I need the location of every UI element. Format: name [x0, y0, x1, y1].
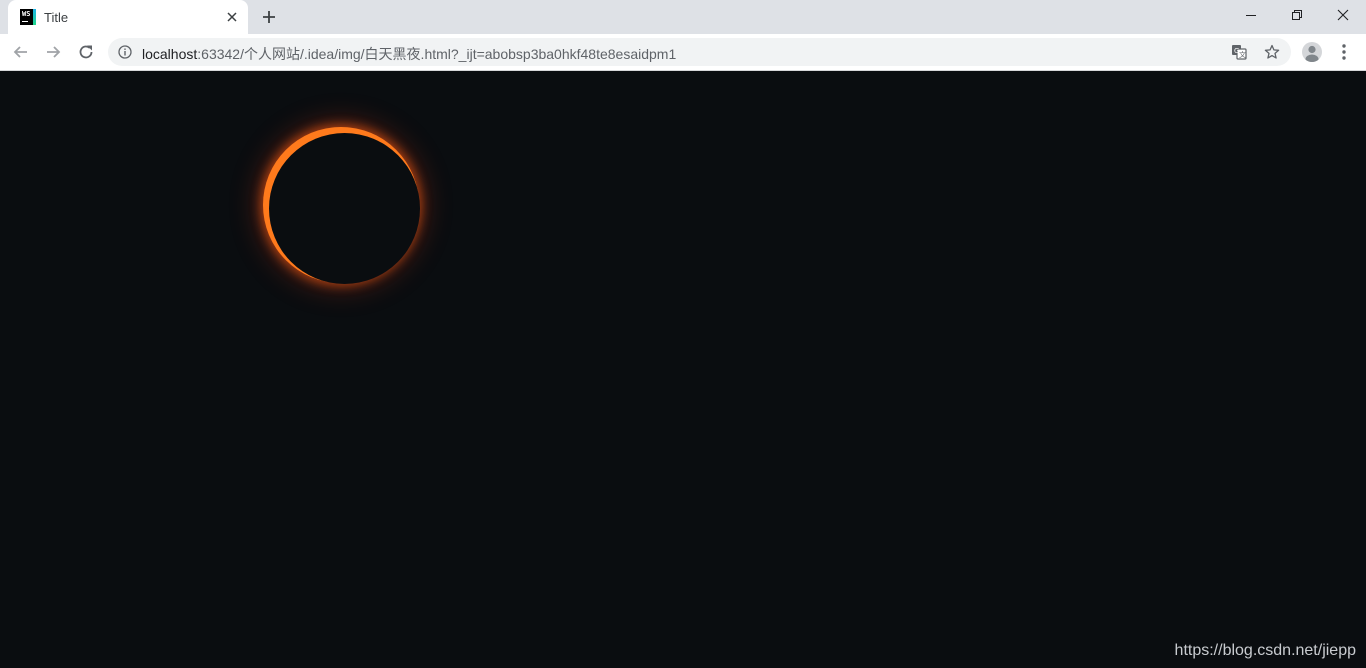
translate-icon[interactable]: G 文 — [1231, 44, 1247, 60]
url-path: :63342/个人网站/.idea/img/白天黑夜.html?_ijt=abo… — [197, 46, 677, 62]
eclipse-moon — [269, 133, 420, 284]
toolbar: localhost:63342/个人网站/.idea/img/白天黑夜.html… — [0, 34, 1366, 71]
star-icon[interactable] — [1264, 44, 1280, 60]
profile-icon[interactable] — [1302, 42, 1322, 62]
tab-title: Title — [44, 10, 69, 25]
favicon-text: WS — [22, 10, 31, 18]
webstorm-icon: WS — [20, 9, 36, 25]
restore-icon[interactable] — [1274, 0, 1320, 30]
tab-strip: WS Title — [0, 0, 1366, 34]
url-host: localhost — [142, 46, 198, 62]
watermark-text: https://blog.csdn.net/jiepp — [1174, 642, 1356, 659]
close-icon[interactable] — [1320, 0, 1366, 30]
new-tab-icon[interactable] — [261, 9, 277, 25]
page-viewport: https://blog.csdn.net/jiepp — [0, 71, 1366, 668]
address-bar[interactable]: localhost:63342/个人网站/.idea/img/白天黑夜.html… — [108, 38, 1291, 66]
info-icon[interactable] — [118, 45, 132, 59]
active-tab[interactable]: WS Title — [8, 0, 248, 34]
url-text[interactable]: localhost:63342/个人网站/.idea/img/白天黑夜.html… — [142, 44, 676, 64]
svg-text:文: 文 — [1239, 50, 1246, 59]
minimize-icon[interactable] — [1228, 0, 1274, 30]
tab-close-icon[interactable] — [224, 9, 240, 25]
reload-icon[interactable] — [76, 42, 96, 62]
back-arrow-icon[interactable] — [11, 42, 31, 62]
browser-window: WS Title localhost:63342/个人网站/.idea/img/… — [0, 0, 1366, 668]
forward-arrow-icon[interactable] — [43, 42, 63, 62]
menu-icon[interactable] — [1336, 42, 1352, 62]
